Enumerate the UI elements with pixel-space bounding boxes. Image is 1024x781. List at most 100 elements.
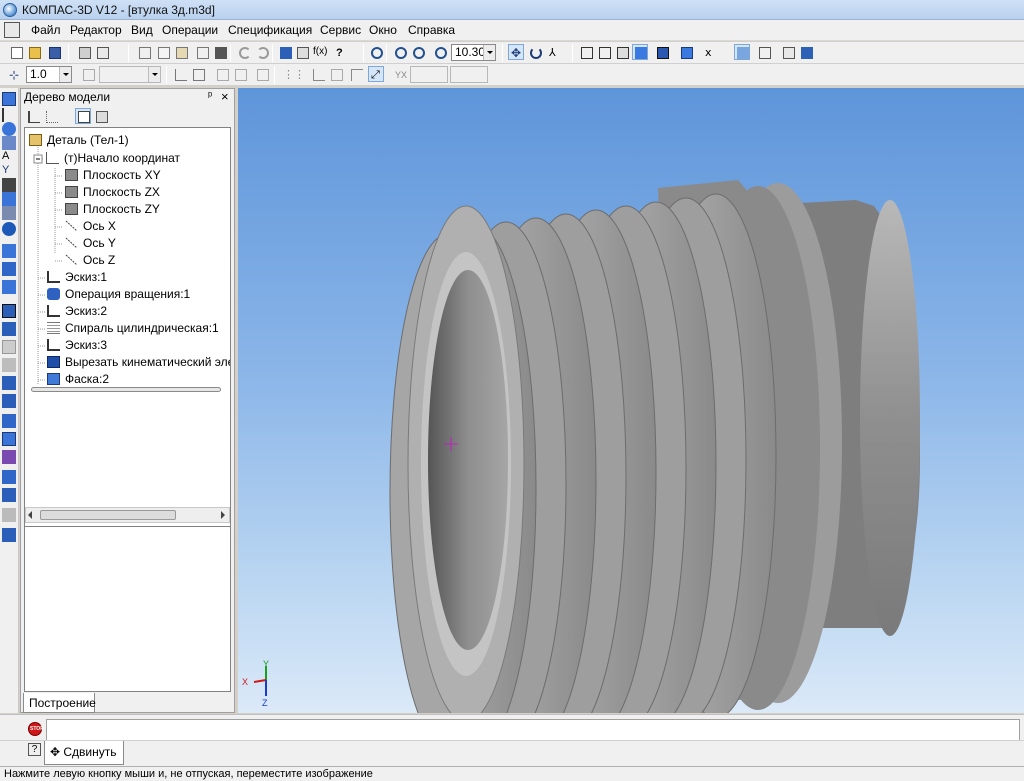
cut-button[interactable]	[136, 44, 152, 60]
scroll-thumb[interactable]	[40, 510, 176, 520]
menu-help[interactable]: Справка	[408, 23, 455, 37]
tree-item-chamfer-2[interactable]: Фаска:2	[47, 371, 109, 387]
tab-move[interactable]: ✥ Сдвинуть	[44, 741, 124, 765]
properties-button[interactable]	[194, 44, 210, 60]
new-file-button[interactable]	[8, 44, 24, 60]
fx-button[interactable]: f(x)	[311, 44, 327, 60]
tree-item-sketch-3[interactable]: Эскиз:3	[47, 337, 107, 353]
library-button[interactable]	[212, 44, 228, 60]
tree-item-plane-xy[interactable]: Плоскость XY	[65, 167, 161, 183]
hole-tool-icon[interactable]	[2, 340, 16, 354]
round-button[interactable]	[348, 66, 364, 82]
undo-button[interactable]	[236, 44, 252, 60]
menu-specification[interactable]: Спецификация	[228, 23, 312, 37]
shell-tool-icon[interactable]	[2, 394, 16, 408]
coordinates-icon[interactable]: YX	[392, 66, 408, 82]
section-button[interactable]	[254, 66, 270, 82]
tab-build[interactable]: Построение	[23, 693, 96, 713]
menu-view[interactable]: Вид	[131, 23, 153, 37]
layers-button[interactable]	[756, 44, 772, 60]
menu-service[interactable]: Сервис	[320, 23, 361, 37]
tree-item-part[interactable]: Деталь (Тел-1)	[29, 132, 129, 148]
thin-lines-button[interactable]	[614, 44, 630, 60]
local-cs-button[interactable]	[310, 66, 326, 82]
shaded-button[interactable]	[632, 44, 648, 60]
spec-panel-icon[interactable]	[2, 192, 16, 206]
save-button[interactable]	[46, 44, 62, 60]
grid-button[interactable]	[734, 44, 750, 60]
tree-item-origin[interactable]: (т)Начало координат	[46, 150, 180, 166]
document-icon[interactable]	[4, 22, 20, 38]
3d-viewport[interactable]: Y X Z	[238, 88, 1024, 713]
sweep-tool-icon[interactable]	[2, 280, 16, 294]
help-icon[interactable]: ?	[28, 743, 41, 756]
command-field[interactable]	[46, 719, 1020, 741]
layer-combo[interactable]	[99, 66, 161, 83]
variables-panel-button[interactable]	[780, 44, 796, 60]
tree-item-plane-zx[interactable]: Плоскость ZX	[65, 184, 160, 200]
tree-structure-button[interactable]	[43, 108, 59, 124]
surface-tool-icon[interactable]	[2, 470, 16, 484]
zoom-in-button[interactable]	[392, 44, 408, 60]
menu-operations[interactable]: Операции	[162, 23, 218, 37]
line-step-combo[interactable]: 1.0	[26, 66, 72, 83]
stop-button[interactable]: STOP	[28, 722, 44, 736]
mirror-tool-icon[interactable]	[2, 432, 16, 446]
orientation-button[interactable]: ⅄	[546, 44, 562, 60]
redo-button[interactable]	[254, 44, 270, 60]
layer-icon[interactable]	[80, 66, 96, 82]
fillet-tool-icon[interactable]	[2, 358, 16, 372]
manager-button[interactable]	[277, 44, 293, 60]
dimensions-panel-icon[interactable]	[2, 108, 16, 122]
properties-tool-icon[interactable]	[2, 528, 16, 542]
cut-revolve-tool-icon[interactable]	[2, 322, 16, 336]
measure-panel-icon[interactable]: Y	[2, 164, 16, 178]
cut-extrude-tool-icon[interactable]	[2, 304, 16, 318]
print-button[interactable]	[76, 44, 92, 60]
tree-item-sketch-1[interactable]: Эскиз:1	[47, 269, 107, 285]
measure-button[interactable]	[214, 66, 230, 82]
step-icon[interactable]: ⊹	[6, 66, 22, 82]
revolve-tool-icon[interactable]	[2, 244, 16, 258]
paste-button[interactable]	[173, 44, 189, 60]
tree-item-axis-z[interactable]: Ось Z	[65, 252, 115, 268]
tree-item-sketch-2[interactable]: Эскиз:2	[47, 303, 107, 319]
check-button[interactable]	[232, 66, 248, 82]
tree-item-axis-y[interactable]: Ось Y	[65, 235, 116, 251]
array-tool-icon[interactable]	[2, 450, 16, 464]
tree-item-axis-x[interactable]: Ось X	[65, 218, 116, 234]
snap-button[interactable]: ⅹ	[702, 44, 718, 60]
coord-y-field[interactable]	[450, 66, 488, 83]
grid-toggle-button[interactable]: ⋮⋮	[280, 66, 305, 82]
zoom-combo[interactable]: 10.30	[451, 44, 496, 61]
sheet-panel-icon[interactable]	[2, 222, 16, 236]
tree-view-button[interactable]	[75, 108, 91, 124]
preview-button[interactable]	[94, 44, 110, 60]
tree-item-sweep-cut[interactable]: Вырезать кинематический эле	[47, 354, 230, 370]
zoom-window-button[interactable]	[368, 44, 384, 60]
rib-tool-icon[interactable]	[2, 414, 16, 428]
sketch-mode-button[interactable]	[172, 66, 188, 82]
params-panel-icon[interactable]: A	[2, 150, 16, 164]
tree-item-revolve-1[interactable]: Операция вращения:1	[47, 286, 190, 302]
pin-icon[interactable]: ᵖ	[208, 90, 212, 102]
tree-divider-handle[interactable]	[31, 387, 221, 392]
variables-button[interactable]	[294, 44, 310, 60]
chamfer-tool-icon[interactable]	[2, 376, 16, 390]
open-file-button[interactable]	[26, 44, 42, 60]
zoom-out-button[interactable]	[410, 44, 426, 60]
copy-button[interactable]	[155, 44, 171, 60]
rotate-button[interactable]	[527, 44, 543, 60]
designations-panel-icon[interactable]	[2, 122, 16, 136]
menu-window[interactable]: Окно	[369, 23, 397, 37]
curve-tool-icon[interactable]	[2, 508, 16, 522]
tree-props-button[interactable]	[93, 108, 109, 124]
coord-x-field[interactable]	[410, 66, 448, 83]
part-model[interactable]	[238, 88, 1024, 713]
scroll-right-icon[interactable]	[221, 511, 225, 519]
perspective-button[interactable]	[678, 44, 694, 60]
snap-toggle-button[interactable]: ⤢	[368, 66, 384, 82]
menu-file[interactable]: Файл	[31, 23, 61, 37]
tree-hscrollbar[interactable]	[25, 507, 230, 523]
scroll-left-icon[interactable]	[28, 511, 32, 519]
